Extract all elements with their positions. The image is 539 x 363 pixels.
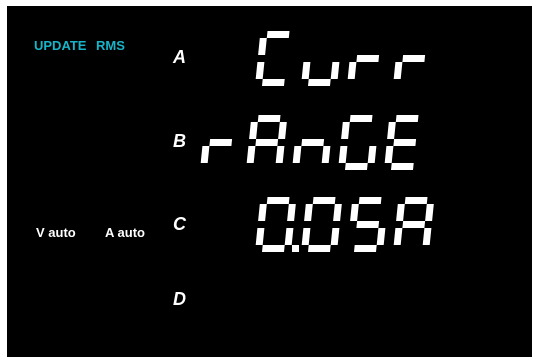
seven-segment-digit	[338, 115, 377, 170]
seven-segment-digit	[255, 31, 290, 86]
segment-c	[330, 62, 340, 79]
segment-a	[266, 197, 290, 204]
segment-a	[358, 197, 382, 204]
seven-segment-digit	[393, 55, 426, 79]
seven-segment-digit	[384, 115, 419, 170]
segment-e	[338, 146, 348, 163]
segment-b	[425, 204, 434, 221]
segment-f	[350, 204, 359, 221]
segment-g	[393, 139, 417, 146]
segment-c	[376, 228, 386, 245]
seven-segment-digit	[347, 55, 380, 79]
segment-d	[390, 163, 414, 170]
seven-segment-digit	[292, 139, 331, 163]
segment-g	[402, 55, 426, 62]
segment-e	[255, 62, 265, 79]
seven-segment-digit	[301, 197, 342, 252]
row-d-label: D	[173, 289, 186, 309]
row-b-label: B	[173, 131, 186, 151]
segment-f	[258, 204, 267, 221]
segment-f	[304, 204, 313, 221]
row-a-readout	[255, 31, 426, 86]
rms-indicator: RMS	[96, 38, 125, 53]
seven-segment-digit	[393, 197, 434, 245]
segment-d	[307, 245, 331, 252]
row-c-readout	[255, 197, 434, 252]
meter-display: UPDATE RMS V auto A auto A B C D	[7, 6, 532, 357]
segment-f	[387, 122, 396, 139]
segment-e	[200, 146, 210, 163]
seven-segment-digit	[246, 115, 287, 163]
segment-c	[422, 228, 432, 245]
segment-d	[261, 245, 285, 252]
segment-a	[404, 197, 428, 204]
segment-e	[393, 62, 403, 79]
segment-b	[333, 204, 342, 221]
segment-d	[353, 245, 377, 252]
seven-segment-digit	[255, 197, 296, 252]
segment-g	[255, 139, 279, 146]
segment-a	[257, 115, 281, 122]
current-auto-range-indicator: A auto	[105, 225, 145, 240]
segment-c	[321, 146, 331, 163]
voltage-auto-range-indicator: V auto	[36, 225, 76, 240]
segment-d	[307, 79, 331, 86]
segment-a	[395, 115, 419, 122]
row-c-label: C	[173, 214, 186, 234]
segment-a	[312, 197, 336, 204]
segment-f	[249, 122, 258, 139]
seven-segment-digit	[350, 197, 386, 252]
decimal-point	[292, 245, 299, 252]
segment-e	[246, 146, 256, 163]
row-a-label: A	[173, 47, 186, 67]
segment-g	[356, 221, 380, 228]
segment-e	[347, 62, 357, 79]
segment-a	[266, 31, 290, 38]
segment-g	[356, 55, 380, 62]
segment-e	[301, 62, 311, 79]
segment-e	[384, 146, 394, 163]
segment-e	[393, 228, 403, 245]
row-d-readout	[255, 274, 435, 334]
segment-d	[344, 163, 368, 170]
segment-f	[341, 122, 350, 139]
segment-c	[284, 228, 294, 245]
segment-f	[396, 204, 405, 221]
segment-c	[330, 228, 340, 245]
seven-segment-digit	[301, 62, 340, 86]
segment-d	[261, 79, 285, 86]
segment-g	[209, 139, 233, 146]
segment-c	[275, 146, 285, 163]
segment-g	[402, 221, 426, 228]
update-indicator: UPDATE	[34, 38, 87, 53]
segment-g	[301, 139, 325, 146]
seven-segment-digit	[200, 139, 233, 163]
segment-b	[287, 204, 296, 221]
segment-e	[255, 228, 265, 245]
segment-e	[292, 146, 302, 163]
segment-b	[278, 122, 287, 139]
segment-c	[367, 146, 377, 163]
row-b-readout	[200, 115, 419, 170]
segment-e	[301, 228, 311, 245]
segment-f	[258, 38, 267, 55]
segment-a	[349, 115, 373, 122]
